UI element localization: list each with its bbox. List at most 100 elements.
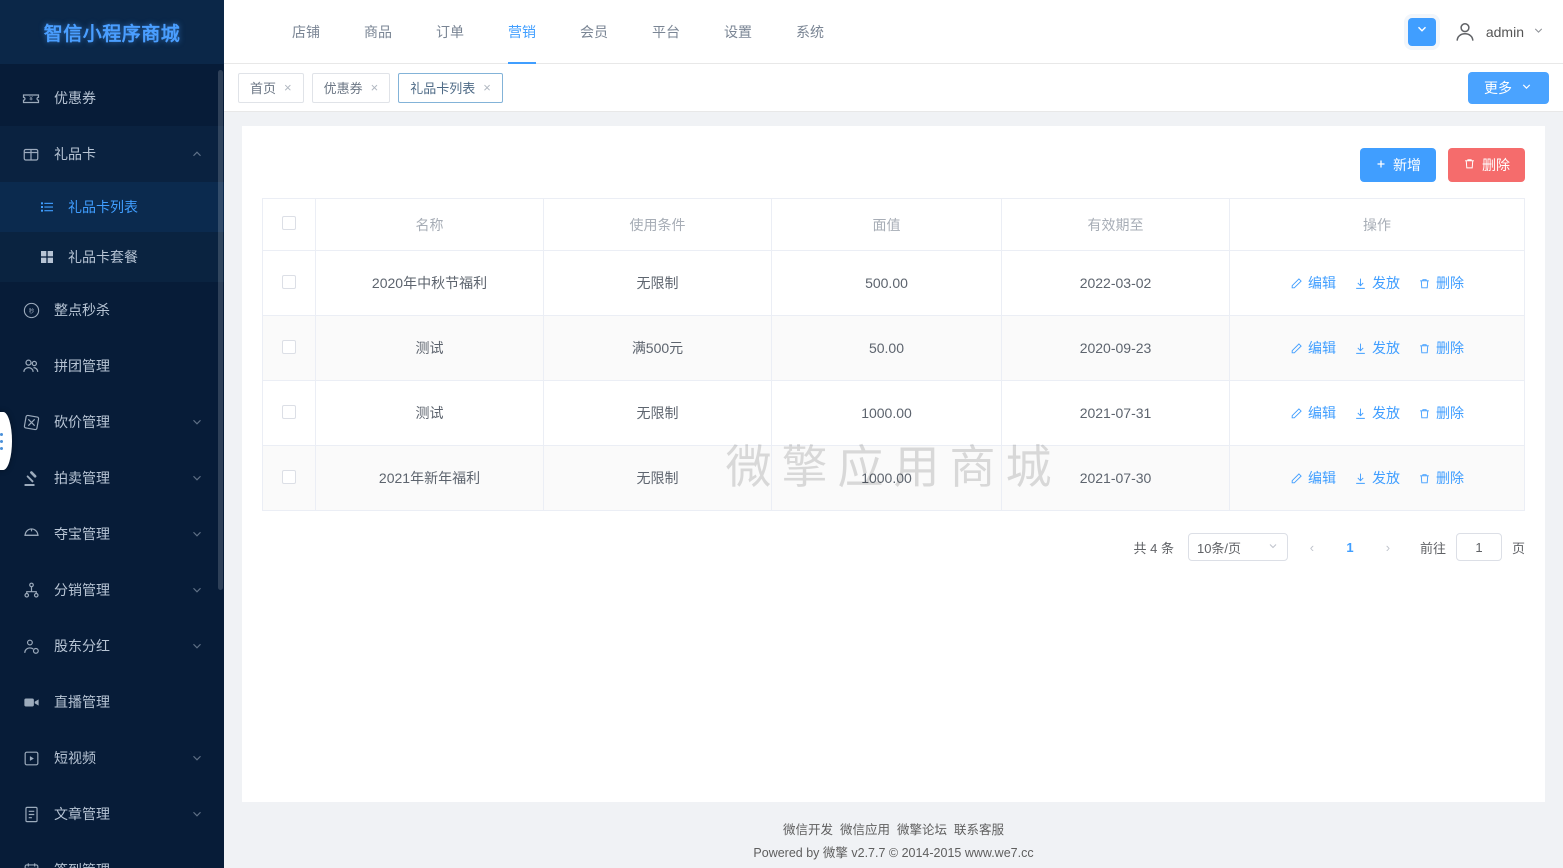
jump-page-input[interactable] xyxy=(1455,533,1502,561)
issue-link-label: 发放 xyxy=(1372,275,1400,291)
row-select-cell xyxy=(262,380,316,446)
row-checkbox[interactable] xyxy=(282,469,296,484)
sidebar-item-group-buy[interactable]: 拼团管理 xyxy=(0,338,224,394)
svg-text:¥: ¥ xyxy=(29,96,33,102)
page-number-1[interactable]: 1 xyxy=(1336,533,1364,561)
issue-link[interactable]: 发放 xyxy=(1354,403,1400,423)
expand-toggle-button[interactable] xyxy=(1407,17,1436,46)
sidebar-item-label: 优惠券 xyxy=(54,90,96,106)
page-size-select[interactable]: 10条/页 xyxy=(1187,533,1288,561)
sidebar-item-article[interactable]: 文章管理 xyxy=(0,786,224,842)
sidebar-item-treasure[interactable]: 夺宝管理 xyxy=(0,506,224,562)
cell-actions: 编辑 发放 删除 xyxy=(1229,380,1525,446)
tab-order[interactable]: 订单 xyxy=(414,0,486,64)
delete-link[interactable]: 删除 xyxy=(1418,403,1464,423)
trash-icon xyxy=(1418,342,1431,355)
cell-value: 1000.00 xyxy=(771,380,1002,446)
tab-member[interactable]: 会员 xyxy=(558,0,630,64)
sidebar-item-distribution[interactable]: 分销管理 xyxy=(0,562,224,618)
sidebar-item-label: 分销管理 xyxy=(54,582,110,598)
next-page-button[interactable]: › xyxy=(1374,533,1402,561)
edit-link[interactable]: 编辑 xyxy=(1290,273,1336,293)
gift-card-icon xyxy=(20,143,42,165)
user-menu[interactable]: admin xyxy=(1452,19,1545,45)
footer-link-wechat-app[interactable]: 微信应用 xyxy=(840,819,890,838)
delete-link[interactable]: 删除 xyxy=(1418,273,1464,293)
select-all-header xyxy=(262,198,316,251)
sidebar-item-checkin[interactable]: 签到管理 xyxy=(0,842,224,868)
delete-link[interactable]: 删除 xyxy=(1418,468,1464,488)
chevron-down-icon xyxy=(190,807,204,821)
tab-marketing[interactable]: 营销 xyxy=(486,0,558,64)
sidebar-submenu-gift-card: 礼品卡列表 礼品卡套餐 xyxy=(0,182,224,282)
page-tab-home[interactable]: 首页 × xyxy=(238,72,304,103)
delete-button-label: 删除 xyxy=(1482,157,1510,173)
table-row[interactable]: 2021年新年福利 无限制 1000.00 2021-07-30 编辑 发放 删… xyxy=(262,445,1525,511)
tab-store[interactable]: 店铺 xyxy=(270,0,342,64)
checkin-icon xyxy=(20,859,42,868)
issue-link-label: 发放 xyxy=(1372,470,1400,486)
edit-link[interactable]: 编辑 xyxy=(1290,468,1336,488)
page-tab-coupon[interactable]: 优惠券 × xyxy=(311,72,391,103)
group-buy-icon xyxy=(20,355,42,377)
row-checkbox[interactable] xyxy=(282,404,296,419)
sidebar-item-gift-card[interactable]: 礼品卡 xyxy=(0,126,224,182)
close-icon[interactable]: × xyxy=(483,81,491,94)
sidebar-item-short-video[interactable]: 短视频 xyxy=(0,730,224,786)
cell-condition: 无限制 xyxy=(543,445,772,511)
distribution-icon xyxy=(20,579,42,601)
sidebar-item-live[interactable]: 直播管理 xyxy=(0,674,224,730)
sidebar-item-seckill[interactable]: 秒 整点秒杀 xyxy=(0,282,224,338)
edit-link[interactable]: 编辑 xyxy=(1290,338,1336,358)
cell-expire: 2021-07-30 xyxy=(1001,445,1230,511)
sidebar-item-label: 砍价管理 xyxy=(54,414,110,430)
row-checkbox[interactable] xyxy=(282,339,296,354)
short-video-icon xyxy=(20,747,42,769)
shareholder-icon xyxy=(20,635,42,657)
edit-link[interactable]: 编辑 xyxy=(1290,403,1336,423)
tab-platform[interactable]: 平台 xyxy=(630,0,702,64)
page-tabs-bar: 首页 × 优惠券 × 礼品卡列表 × 更多 xyxy=(224,64,1563,112)
tab-product[interactable]: 商品 xyxy=(342,0,414,64)
sidebar-scrollbar[interactable] xyxy=(218,70,223,590)
table-toolbar: 新增 删除 xyxy=(262,144,1525,198)
issue-link[interactable]: 发放 xyxy=(1354,338,1400,358)
cell-value: 1000.00 xyxy=(771,445,1002,511)
row-checkbox[interactable] xyxy=(282,274,296,289)
delete-button[interactable]: 删除 xyxy=(1448,148,1525,182)
page-tab-label: 优惠券 xyxy=(323,81,363,96)
more-button[interactable]: 更多 xyxy=(1468,71,1549,104)
row-actions: 编辑 发放 删除 xyxy=(1230,273,1524,293)
sidebar-item-label: 拍卖管理 xyxy=(54,470,110,486)
trash-icon xyxy=(1418,472,1431,485)
table-row[interactable]: 测试 满500元 50.00 2020-09-23 编辑 发放 删除 xyxy=(262,315,1525,381)
tab-settings[interactable]: 设置 xyxy=(702,0,774,64)
delete-link[interactable]: 删除 xyxy=(1418,338,1464,358)
sidebar-item-bargain[interactable]: 砍价管理 xyxy=(0,394,224,450)
pencil-icon xyxy=(1290,407,1303,420)
close-icon[interactable]: × xyxy=(284,81,292,94)
footer-link-forum[interactable]: 微擎论坛 xyxy=(897,819,947,838)
footer-link-wechat-dev[interactable]: 微信开发 xyxy=(783,819,833,838)
cell-name: 测试 xyxy=(315,380,544,446)
page-tab-gift-card-list[interactable]: 礼品卡列表 × xyxy=(398,72,503,103)
footer-link-support[interactable]: 联系客服 xyxy=(954,819,1004,838)
table-row[interactable]: 测试 无限制 1000.00 2021-07-31 编辑 发放 删除 xyxy=(262,380,1525,446)
sidebar-item-auction[interactable]: 拍卖管理 xyxy=(0,450,224,506)
download-icon xyxy=(1354,407,1367,420)
tab-system[interactable]: 系统 xyxy=(774,0,846,64)
cell-name: 2020年中秋节福利 xyxy=(315,250,544,316)
table-row[interactable]: 2020年中秋节福利 无限制 500.00 2022-03-02 编辑 发放 删… xyxy=(262,250,1525,316)
sidebar-item-gift-card-list[interactable]: 礼品卡列表 xyxy=(0,182,224,232)
sidebar-item-coupon[interactable]: ¥ 优惠券 xyxy=(0,70,224,126)
sidebar-item-shareholder[interactable]: 股东分红 xyxy=(0,618,224,674)
select-all-checkbox[interactable] xyxy=(282,216,296,230)
issue-link[interactable]: 发放 xyxy=(1354,468,1400,488)
add-button[interactable]: 新增 xyxy=(1360,148,1436,182)
pagination: 共 4 条 10条/页 ‹ 1 › 前往 页 xyxy=(262,511,1525,561)
issue-link[interactable]: 发放 xyxy=(1354,273,1400,293)
close-icon[interactable]: × xyxy=(371,81,379,94)
prev-page-button[interactable]: ‹ xyxy=(1298,533,1326,561)
pencil-icon xyxy=(1290,277,1303,290)
sidebar-item-gift-card-package[interactable]: 礼品卡套餐 xyxy=(0,232,224,282)
